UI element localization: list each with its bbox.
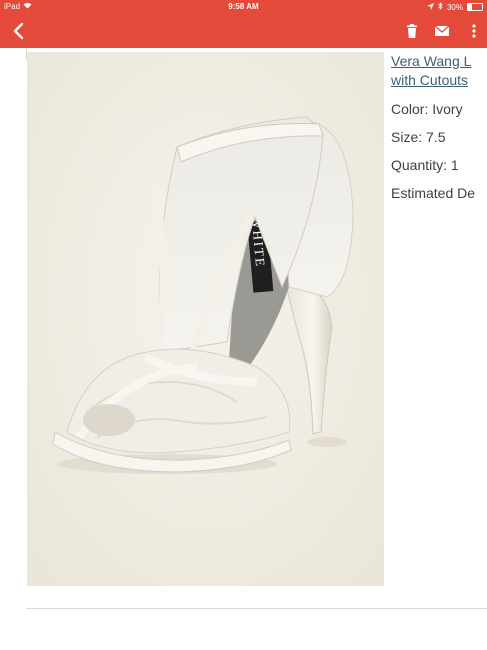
product-size: Size: 7.5 — [391, 129, 446, 145]
product-details: Vera Wang L with Cutouts Color: Ivory Si… — [391, 52, 487, 202]
more-vertical-icon — [472, 24, 476, 38]
battery-percent: 30% — [446, 2, 463, 12]
product-title-line1: Vera Wang L — [391, 53, 472, 69]
product-quantity: Quantity: 1 — [391, 157, 459, 173]
delete-button[interactable] — [404, 23, 420, 39]
more-options-button[interactable] — [466, 23, 482, 39]
location-icon — [426, 2, 434, 12]
divider — [26, 608, 487, 609]
bluetooth-icon — [438, 2, 443, 12]
app-toolbar — [0, 14, 487, 48]
product-color: Color: Ivory — [391, 101, 463, 117]
product-title-line2: with Cutouts — [391, 72, 469, 88]
back-button[interactable] — [8, 20, 30, 42]
status-right: 30% — [426, 2, 483, 12]
trash-icon — [407, 24, 417, 38]
status-time: 9:58 AM — [228, 2, 259, 11]
product-title-link[interactable]: Vera Wang L with Cutouts — [391, 52, 487, 90]
chevron-left-icon — [13, 22, 24, 40]
status-bar: iPad 9:58 AM 30% — [0, 0, 487, 14]
product-estimated: Estimated De — [391, 185, 476, 201]
product-image[interactable]: WHITE — [27, 52, 384, 586]
message-content: WHITE Vera Wang L with Cutouts Color: Iv… — [0, 48, 487, 650]
battery-icon — [467, 3, 483, 11]
shoe-illustration: WHITE — [27, 52, 384, 586]
mail-icon — [434, 25, 450, 36]
mail-button[interactable] — [434, 23, 450, 39]
